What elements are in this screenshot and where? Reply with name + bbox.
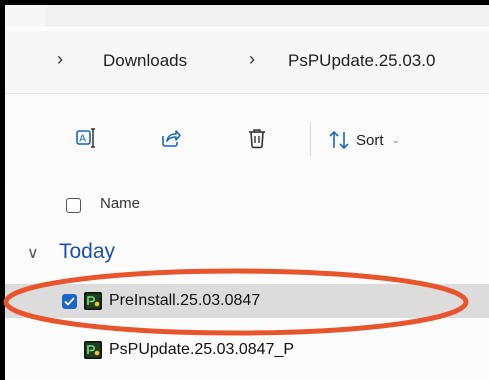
- sort-label: Sort: [356, 131, 384, 149]
- share-button[interactable]: [157, 124, 185, 152]
- group-header-today[interactable]: ∨ Today: [5, 240, 489, 269]
- file-row-checkbox[interactable]: [62, 294, 77, 309]
- chevron-down-icon[interactable]: ∨: [27, 243, 39, 263]
- sort-arrows-icon: [329, 130, 349, 150]
- checkmark-icon: [64, 297, 75, 306]
- column-header-name[interactable]: Name: [100, 195, 140, 212]
- share-icon: [162, 130, 181, 147]
- group-label: Today: [59, 240, 116, 263]
- breadcrumb-item-current-folder[interactable]: PsPUpdate.25.03.0: [288, 51, 435, 71]
- sort-button[interactable]: Sort ⌄: [328, 130, 400, 150]
- toolbar-divider: [310, 122, 311, 156]
- file-row[interactable]: PsPUpdate.25.03.0847_P: [5, 333, 489, 367]
- title-bar-strip: [5, 5, 489, 27]
- delete-icon: [249, 129, 265, 149]
- psp-app-icon: [84, 292, 102, 310]
- select-all-checkbox[interactable]: [66, 198, 81, 213]
- file-name[interactable]: PreInstall.25.03.0847: [109, 292, 260, 310]
- chevron-down-icon: ⌄: [391, 134, 400, 146]
- breadcrumb: › Downloads › PsPUpdate.25.03.0: [5, 31, 489, 94]
- command-bar: A Sort ⌄: [5, 94, 489, 184]
- psp-app-icon: [84, 341, 102, 359]
- title-bar-tab-area: [45, 5, 489, 26]
- rename-icon: A: [76, 128, 95, 148]
- file-row[interactable]: PreInstall.25.03.0847: [5, 284, 489, 318]
- delete-button[interactable]: [243, 124, 271, 152]
- breadcrumb-chevron-icon[interactable]: ›: [57, 49, 63, 70]
- file-name[interactable]: PsPUpdate.25.03.0847_P: [109, 341, 294, 359]
- column-header-row: Name: [5, 190, 489, 220]
- breadcrumb-item-downloads[interactable]: Downloads: [103, 51, 187, 71]
- svg-text:A: A: [79, 134, 86, 145]
- breadcrumb-chevron-icon[interactable]: ›: [249, 49, 255, 70]
- file-explorer-window: › Downloads › PsPUpdate.25.03.0 A Sort ⌄…: [5, 5, 489, 380]
- rename-button[interactable]: A: [72, 124, 100, 152]
